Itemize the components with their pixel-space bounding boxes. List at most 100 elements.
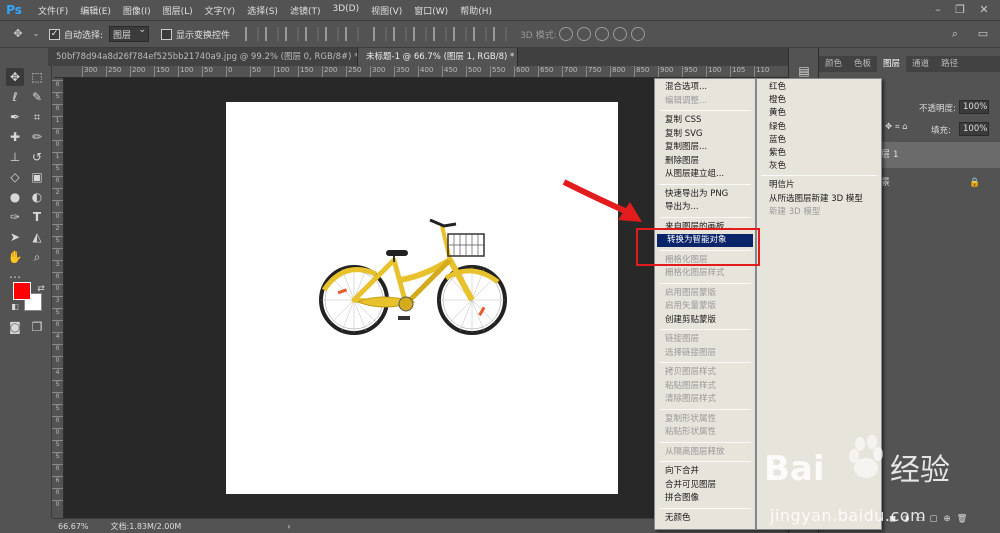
- roll-3d-icon[interactable]: [576, 27, 591, 41]
- show-transform-checkbox[interactable]: [161, 28, 173, 40]
- lasso-tool-icon[interactable]: ℓ: [6, 88, 24, 106]
- hand-tool-icon[interactable]: ✋: [6, 248, 24, 266]
- document-info[interactable]: 文档:1.83M/2.00M: [95, 521, 198, 532]
- lock-pixels-icon[interactable]: ✥ ⌗ ⌂: [885, 122, 908, 132]
- menu-item[interactable]: 选择(S): [241, 4, 284, 17]
- orbit-3d-icon[interactable]: [558, 27, 573, 41]
- align-vcenter-icon[interactable]: [265, 27, 280, 41]
- document-canvas[interactable]: [226, 102, 618, 494]
- gradient-tool-icon[interactable]: ▣: [28, 168, 46, 186]
- screen-mode-icon[interactable]: ❐: [28, 318, 46, 336]
- context-menu-item[interactable]: 混合选项...: [655, 81, 755, 94]
- menu-item[interactable]: 编辑(E): [74, 4, 117, 17]
- brush-tool-icon[interactable]: ✏: [28, 128, 46, 146]
- menu-item[interactable]: 图层(L): [157, 4, 199, 17]
- tab-document-2[interactable]: 未标题-1 @ 66.7% (图层 1, RGB/8) *×: [358, 48, 518, 66]
- context-menu-item[interactable]: 导出为...: [655, 201, 755, 214]
- distribute-vcenter-icon[interactable]: [393, 27, 408, 41]
- menu-item[interactable]: 图像(I): [117, 4, 157, 17]
- context-menu-item[interactable]: 创建剪贴蒙版: [655, 314, 755, 327]
- drag-3d-icon[interactable]: [594, 27, 609, 41]
- chevron-right-icon[interactable]: ›: [287, 522, 290, 531]
- panel-tab[interactable]: 图层: [877, 56, 907, 72]
- healing-tool-icon[interactable]: ✚: [6, 128, 24, 146]
- distribute-bottom-icon[interactable]: [413, 27, 428, 41]
- foreground-color-swatch[interactable]: [13, 282, 31, 300]
- distribute-top-icon[interactable]: [373, 27, 388, 41]
- history-brush-tool-icon[interactable]: ↺: [28, 148, 46, 166]
- submenu-item[interactable]: 蓝色: [757, 134, 881, 147]
- submenu-item[interactable]: 橙色: [757, 94, 881, 107]
- context-menu-item[interactable]: 复制 CSS: [655, 114, 755, 127]
- panel-tab[interactable]: 通道: [906, 56, 935, 72]
- context-menu-item[interactable]: 复制图层...: [655, 141, 755, 154]
- marquee-tool-icon[interactable]: ⬚: [28, 68, 46, 86]
- zoom-tool-icon[interactable]: ⌕: [28, 248, 46, 266]
- align-top-icon[interactable]: [245, 27, 260, 41]
- align-bottom-icon[interactable]: [285, 27, 300, 41]
- menu-item[interactable]: 窗口(W): [408, 4, 454, 17]
- fill-input[interactable]: 100%: [959, 122, 989, 136]
- pen-tool-icon[interactable]: ✑: [6, 208, 24, 226]
- shape-tool-icon[interactable]: ◭: [28, 228, 46, 246]
- context-menu-item[interactable]: 向下合并: [655, 465, 755, 478]
- menu-item[interactable]: 文件(F): [32, 4, 74, 17]
- auto-align-icon[interactable]: [493, 27, 508, 41]
- submenu-item[interactable]: 从所选图层新建 3D 模型: [757, 193, 881, 206]
- panel-tab[interactable]: 色板: [848, 56, 877, 72]
- menu-item[interactable]: 视图(V): [365, 4, 408, 17]
- submenu-item[interactable]: 绿色: [757, 121, 881, 134]
- move-tool-icon[interactable]: ✥: [10, 26, 26, 42]
- restore-icon[interactable]: ❐: [952, 2, 968, 18]
- menu-separator: [659, 329, 751, 330]
- blur-tool-icon[interactable]: ●: [6, 188, 24, 206]
- menu-item[interactable]: 文字(Y): [199, 4, 242, 17]
- auto-select-checkbox[interactable]: ✓: [49, 28, 60, 40]
- submenu-item[interactable]: 明信片: [757, 179, 881, 192]
- context-menu-item[interactable]: 复制 SVG: [655, 128, 755, 141]
- crop-tool-icon[interactable]: ⌗: [28, 108, 46, 126]
- submenu-item[interactable]: 黄色: [757, 107, 881, 120]
- quick-mask-icon[interactable]: ◙: [6, 318, 24, 336]
- eraser-tool-icon[interactable]: ◇: [6, 168, 24, 186]
- eyedropper-tool-icon[interactable]: ✒: [6, 108, 24, 126]
- scale-3d-icon[interactable]: [630, 27, 645, 41]
- context-menu-item[interactable]: 快速导出为 PNG: [655, 188, 755, 201]
- path-select-tool-icon[interactable]: ➤: [6, 228, 24, 246]
- submenu-item[interactable]: 灰色: [757, 160, 881, 173]
- close-icon[interactable]: ✕: [976, 2, 992, 18]
- slide-3d-icon[interactable]: [612, 27, 627, 41]
- distribute-left-icon[interactable]: [433, 27, 448, 41]
- chevron-down-icon[interactable]: ⌄: [32, 26, 40, 42]
- type-tool-icon[interactable]: T: [28, 208, 46, 226]
- menu-item[interactable]: 帮助(H): [454, 4, 498, 17]
- dodge-tool-icon[interactable]: ◐: [28, 188, 46, 206]
- distribute-right-icon[interactable]: [473, 27, 488, 41]
- minimize-icon[interactable]: –: [930, 2, 946, 18]
- tab-document-1[interactable]: 50bf78d94a8d26f784ef525bb21740a9.jpg @ 9…: [48, 48, 358, 66]
- align-hcenter-icon[interactable]: [325, 27, 340, 41]
- submenu-item[interactable]: 红色: [757, 81, 881, 94]
- opacity-input[interactable]: 100%: [959, 100, 989, 114]
- context-menu-item[interactable]: 无颜色: [655, 512, 755, 525]
- submenu-item[interactable]: 紫色: [757, 147, 881, 160]
- distribute-hcenter-icon[interactable]: [453, 27, 468, 41]
- default-colors-icon[interactable]: ◧: [6, 298, 24, 316]
- workspace-icon[interactable]: ▭: [975, 26, 991, 42]
- align-right-icon[interactable]: [345, 27, 360, 41]
- context-menu-item[interactable]: 拼合图像: [655, 492, 755, 505]
- menu-item[interactable]: 3D(D): [326, 4, 365, 17]
- context-menu-item[interactable]: 从图层建立组...: [655, 168, 755, 181]
- quick-select-tool-icon[interactable]: ✎: [28, 88, 46, 106]
- panel-tab[interactable]: 路径: [935, 56, 964, 72]
- context-menu-item[interactable]: 删除图层: [655, 155, 755, 168]
- panel-tab[interactable]: 颜色: [819, 56, 848, 72]
- menu-item[interactable]: 滤镜(T): [284, 4, 327, 17]
- move-tool-icon[interactable]: ✥: [6, 68, 24, 86]
- align-left-icon[interactable]: [305, 27, 320, 41]
- search-icon[interactable]: ⌕: [947, 26, 963, 42]
- clone-stamp-tool-icon[interactable]: ⊥: [6, 148, 24, 166]
- auto-select-dropdown[interactable]: 图层: [109, 25, 150, 42]
- context-menu-item[interactable]: 合并可见图层: [655, 479, 755, 492]
- zoom-level[interactable]: 66.67%: [52, 522, 95, 531]
